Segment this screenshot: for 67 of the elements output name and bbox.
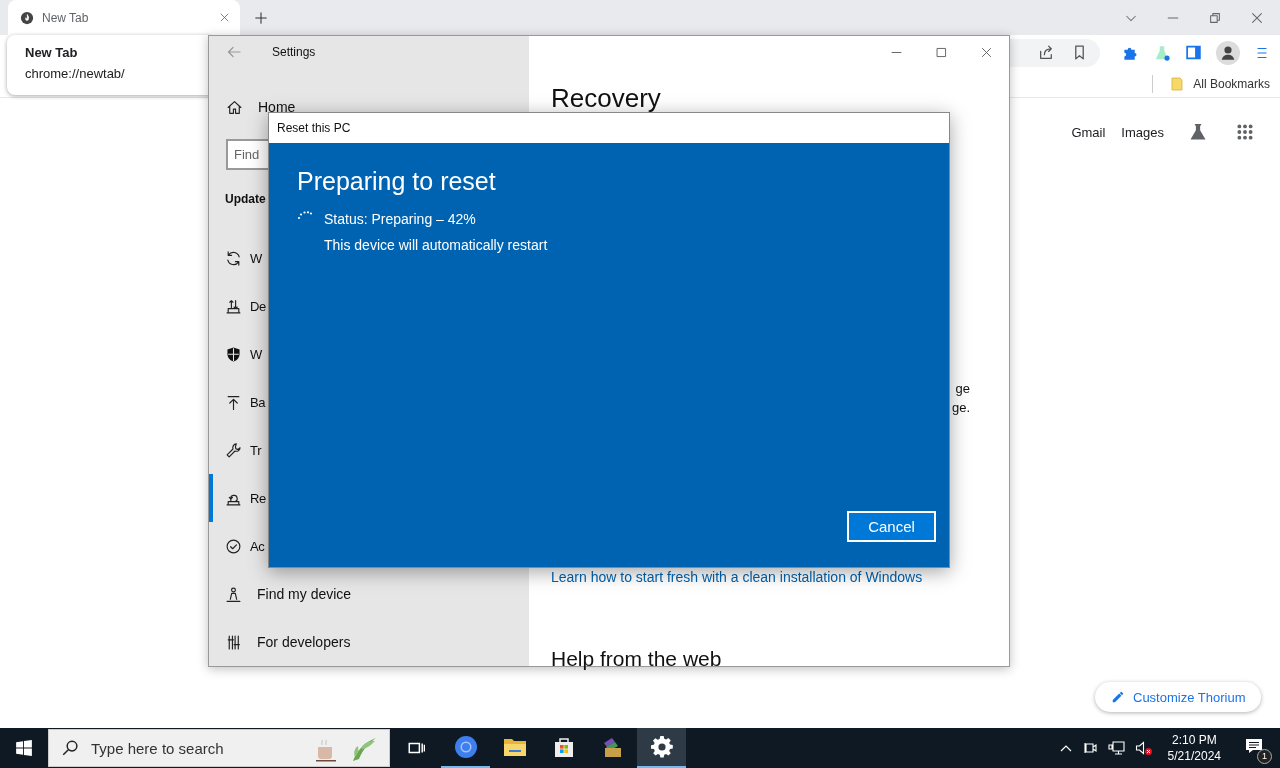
taskbar-app[interactable] xyxy=(637,728,686,768)
search-field[interactable]: Find xyxy=(226,138,268,170)
gear-icon xyxy=(649,735,674,759)
customize-button[interactable]: Customize Thorium xyxy=(1095,682,1262,712)
nav-item[interactable]: Ac xyxy=(209,522,265,570)
search-field[interactable]: Type here to search xyxy=(89,738,303,758)
upload-arrow-icon xyxy=(225,393,242,411)
wrench-icon xyxy=(225,441,242,459)
pencil-icon xyxy=(1111,690,1125,704)
clock-date[interactable]: 5/21/2024 xyxy=(1167,748,1221,764)
flask-icon[interactable] xyxy=(1188,122,1208,142)
video-camera-icon[interactable] xyxy=(1082,740,1099,756)
nav-item[interactable]: W xyxy=(209,234,262,282)
page-title: Recovery xyxy=(551,84,661,112)
flame-icon xyxy=(20,10,34,25)
nav-item[interactable]: W xyxy=(209,330,262,378)
person-pin-icon xyxy=(225,585,242,603)
nav-item[interactable]: Find my device xyxy=(209,570,352,618)
sliders-icon xyxy=(225,633,242,651)
bookmark-link[interactable]: All Bookmarks xyxy=(1193,76,1270,91)
sync-icon xyxy=(225,249,242,267)
nav-item[interactable]: Ba xyxy=(209,378,266,426)
browser-circle-icon xyxy=(453,735,478,759)
flask-icon[interactable] xyxy=(1153,43,1171,62)
close-icon[interactable] xyxy=(1250,10,1264,25)
body-text: ge xyxy=(955,380,970,398)
notification-icon[interactable] xyxy=(1244,736,1264,756)
header-link[interactable]: Images xyxy=(1121,124,1164,140)
share-icon[interactable] xyxy=(1038,44,1055,61)
home-icon xyxy=(226,98,243,116)
tooltip-title: New Tab xyxy=(25,45,79,60)
header-link[interactable]: Gmail xyxy=(1071,124,1106,140)
status-text: Status: Preparing – 42% xyxy=(324,210,477,229)
address-bar[interactable] xyxy=(1010,38,1100,67)
windows-logo-icon[interactable] xyxy=(15,739,33,757)
section-heading: Help from the web xyxy=(551,646,722,672)
plus-icon[interactable] xyxy=(254,10,268,25)
speaker-muted-icon[interactable] xyxy=(1134,740,1153,756)
nav-item[interactable]: For developers xyxy=(209,618,351,666)
window-title: Settings xyxy=(272,44,316,59)
restore-icon[interactable] xyxy=(1208,10,1222,25)
cancel-button[interactable]: Cancel xyxy=(847,511,936,542)
search-icon xyxy=(61,739,79,757)
help-link[interactable]: Learn how to start fresh with a clean installation of Windows xyxy=(551,568,923,587)
section-heading: Update xyxy=(225,191,266,208)
profile-icon[interactable] xyxy=(1216,40,1240,65)
clock-time[interactable]: 2:10 PM xyxy=(1171,732,1217,748)
dialog-title: Reset this PC xyxy=(269,113,949,143)
nav-item[interactable]: Tr xyxy=(209,426,262,474)
browser-tab[interactable]: New Tab xyxy=(8,0,240,35)
close-icon[interactable] xyxy=(219,12,230,23)
notification-count: 1 xyxy=(1257,749,1272,764)
body-text: ge. xyxy=(951,399,970,417)
tab-title: New Tab xyxy=(42,10,90,25)
nav-item[interactable]: De xyxy=(209,282,267,330)
tooltip-url: chrome://newtab/ xyxy=(25,66,126,81)
spinner-icon xyxy=(297,209,313,221)
network-icon[interactable] xyxy=(1107,740,1126,756)
maximize-icon[interactable] xyxy=(935,45,948,59)
dialog-heading: Preparing to reset xyxy=(297,166,497,197)
close-icon[interactable] xyxy=(980,45,993,59)
shield-icon xyxy=(225,345,242,363)
status-note: This device will automatically restart xyxy=(324,236,548,255)
sidebar-icon[interactable] xyxy=(1185,44,1202,61)
tray-arrows-icon xyxy=(225,297,242,315)
apps-grid-icon[interactable] xyxy=(1236,123,1254,141)
search-bar[interactable]: Type here to search xyxy=(48,729,390,767)
